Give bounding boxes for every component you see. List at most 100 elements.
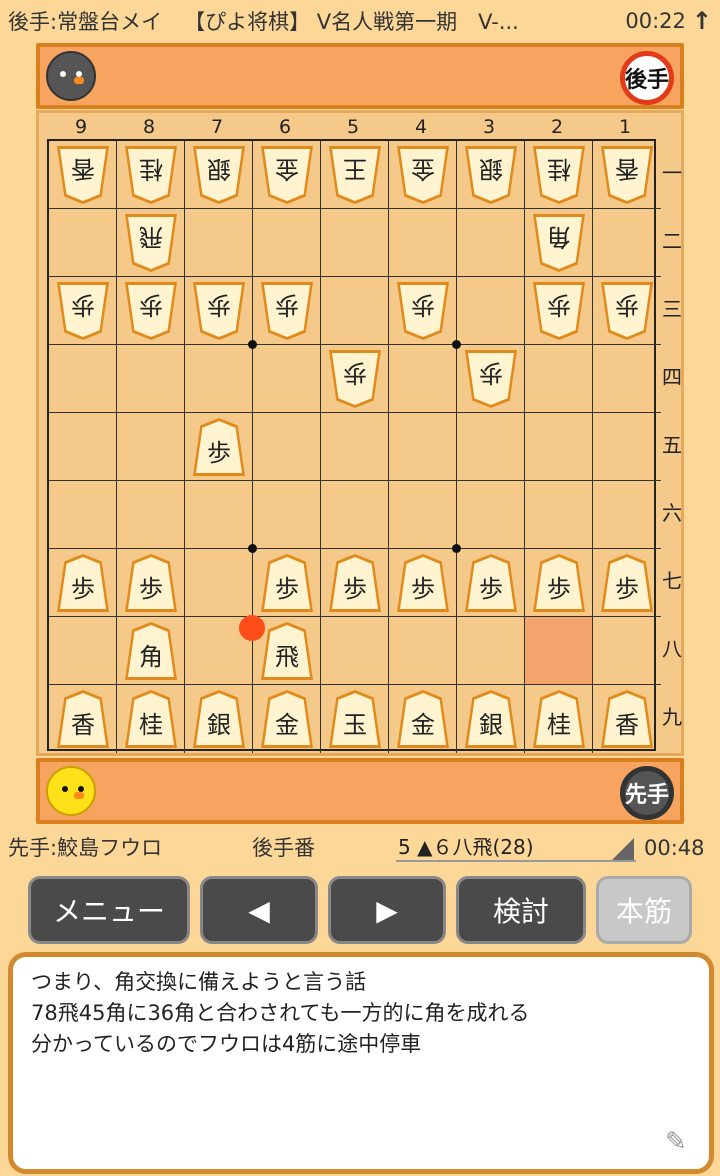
sente-piece[interactable]: 歩 — [57, 554, 109, 612]
sente-piece[interactable]: 歩 — [193, 418, 245, 476]
board-square[interactable] — [117, 481, 185, 549]
sente-piece[interactable]: 歩 — [533, 554, 585, 612]
board-square[interactable] — [457, 413, 525, 481]
board-square[interactable] — [49, 209, 117, 277]
gote-piece[interactable]: 歩 — [465, 350, 517, 408]
study-button[interactable]: 検討 — [456, 876, 586, 944]
gote-piece[interactable]: 歩 — [125, 282, 177, 340]
board-square[interactable] — [389, 481, 457, 549]
sente-piece[interactable]: 銀 — [465, 690, 517, 748]
gote-piece[interactable]: 桂 — [533, 146, 585, 204]
board-square[interactable] — [593, 209, 661, 277]
board-square[interactable] — [49, 617, 117, 685]
board-square[interactable] — [457, 617, 525, 685]
sente-piece[interactable]: 玉 — [329, 690, 381, 748]
board-grid[interactable]: 香桂銀金王金銀桂香飛角歩歩歩歩歩歩歩歩歩歩歩歩歩歩歩歩歩歩角飛香桂銀金玉金銀桂香 — [47, 139, 661, 753]
sente-piece-stand[interactable]: 先手 — [36, 758, 684, 824]
gote-piece[interactable]: 歩 — [261, 282, 313, 340]
gote-piece[interactable]: 香 — [601, 146, 653, 204]
board-square[interactable] — [457, 481, 525, 549]
row-label: 五 — [662, 433, 682, 457]
gote-piece[interactable]: 歩 — [601, 282, 653, 340]
board-square[interactable] — [457, 209, 525, 277]
board-square[interactable] — [49, 413, 117, 481]
board-square[interactable] — [321, 277, 389, 345]
gote-piece-stand[interactable]: 後手 — [36, 43, 684, 109]
sente-piece[interactable]: 歩 — [465, 554, 517, 612]
board-square[interactable] — [457, 277, 525, 345]
sente-piece[interactable]: 銀 — [193, 690, 245, 748]
pencil-icon[interactable]: ✎ — [665, 1127, 695, 1157]
board-square[interactable] — [253, 345, 321, 413]
sente-badge: 先手 — [620, 766, 674, 820]
prev-move-button[interactable]: ◀ — [200, 876, 318, 944]
gote-piece[interactable]: 金 — [261, 146, 313, 204]
board-square[interactable] — [525, 345, 593, 413]
board-square[interactable] — [321, 209, 389, 277]
sente-piece[interactable]: 歩 — [261, 554, 313, 612]
board-square[interactable] — [389, 345, 457, 413]
gote-piece[interactable]: 歩 — [397, 282, 449, 340]
board-square[interactable] — [49, 481, 117, 549]
sente-piece[interactable]: 角 — [125, 622, 177, 680]
gote-badge: 後手 — [620, 51, 674, 105]
board-square[interactable] — [185, 209, 253, 277]
gote-piece[interactable]: 桂 — [125, 146, 177, 204]
board-square[interactable] — [321, 617, 389, 685]
sente-piece[interactable]: 飛 — [261, 622, 313, 680]
board-square[interactable] — [321, 481, 389, 549]
board-square[interactable] — [185, 481, 253, 549]
gote-piece[interactable]: 金 — [397, 146, 449, 204]
board-square[interactable] — [185, 549, 253, 617]
board-square[interactable] — [253, 413, 321, 481]
gote-piece[interactable]: 銀 — [465, 146, 517, 204]
board-square[interactable] — [525, 617, 593, 685]
shogi-board[interactable]: 香桂銀金王金銀桂香飛角歩歩歩歩歩歩歩歩歩歩歩歩歩歩歩歩歩歩角飛香桂銀金玉金銀桂香… — [36, 110, 684, 756]
gote-piece[interactable]: 歩 — [57, 282, 109, 340]
sente-player-name: 先手:鮫島フウロ — [8, 836, 163, 860]
board-square[interactable] — [525, 413, 593, 481]
gote-piece[interactable]: 飛 — [125, 214, 177, 272]
gote-piece[interactable]: 銀 — [193, 146, 245, 204]
board-square[interactable] — [117, 345, 185, 413]
gote-piece[interactable]: 歩 — [329, 350, 381, 408]
move-selector[interactable]: 5 ▲６八飛(28) — [396, 832, 636, 862]
sente-piece[interactable]: 金 — [397, 690, 449, 748]
sente-piece[interactable]: 歩 — [397, 554, 449, 612]
sente-piece[interactable]: 歩 — [601, 554, 653, 612]
board-square[interactable] — [117, 413, 185, 481]
dropdown-triangle-icon[interactable] — [612, 838, 634, 860]
comment-box[interactable]: つまり、角交換に備えようと言う話 78飛45角に36角と合わされても一方的に角を… — [8, 952, 714, 1174]
sente-piece[interactable]: 歩 — [125, 554, 177, 612]
board-square[interactable] — [593, 617, 661, 685]
next-move-button[interactable]: ▶ — [328, 876, 446, 944]
board-square[interactable] — [389, 617, 457, 685]
row-label: 二 — [662, 229, 682, 253]
sente-piece[interactable]: 香 — [601, 690, 653, 748]
board-square[interactable] — [389, 209, 457, 277]
sente-piece[interactable]: 歩 — [329, 554, 381, 612]
board-square[interactable] — [593, 345, 661, 413]
gote-piece[interactable]: 王 — [329, 146, 381, 204]
board-square[interactable] — [525, 481, 593, 549]
mainline-button[interactable]: 本筋 — [596, 876, 692, 944]
board-square[interactable] — [185, 345, 253, 413]
up-arrow-icon[interactable]: ↑ — [692, 7, 712, 35]
board-square[interactable] — [593, 413, 661, 481]
gote-piece[interactable]: 歩 — [533, 282, 585, 340]
gote-piece[interactable]: 歩 — [193, 282, 245, 340]
sente-piece[interactable]: 桂 — [125, 690, 177, 748]
star-point — [248, 544, 257, 553]
board-square[interactable] — [593, 481, 661, 549]
board-square[interactable] — [253, 209, 321, 277]
board-square[interactable] — [321, 413, 389, 481]
board-square[interactable] — [389, 413, 457, 481]
board-square[interactable] — [49, 345, 117, 413]
gote-piece[interactable]: 角 — [533, 214, 585, 272]
sente-piece[interactable]: 桂 — [533, 690, 585, 748]
gote-piece[interactable]: 香 — [57, 146, 109, 204]
board-square[interactable] — [253, 481, 321, 549]
sente-piece[interactable]: 香 — [57, 690, 109, 748]
sente-piece[interactable]: 金 — [261, 690, 313, 748]
menu-button[interactable]: メニュー — [28, 876, 190, 944]
